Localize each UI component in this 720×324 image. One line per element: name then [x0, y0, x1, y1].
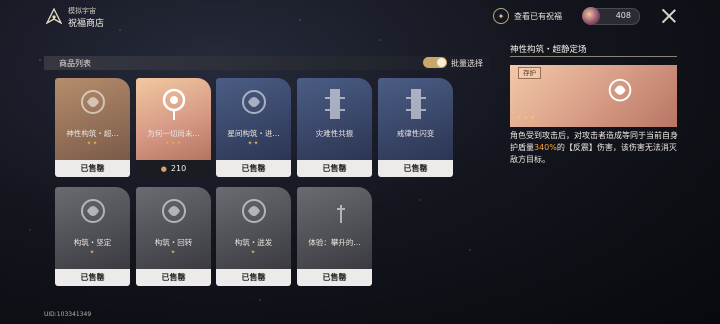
batch-select-toggle[interactable]: [423, 57, 447, 68]
mode-subtitle: 模拟宇宙: [68, 7, 96, 15]
crescent-emblem-icon: [325, 199, 345, 225]
card-art: [297, 78, 372, 160]
card-rating: ✦: [250, 249, 257, 256]
blessing-card[interactable]: 体验：攀升的... 已售罄: [297, 187, 372, 286]
card-status: 已售罄: [216, 160, 291, 177]
currency-counter: 408: [582, 7, 640, 25]
elation-emblem-icon: [162, 88, 186, 120]
card-status: 已售罄: [216, 269, 291, 286]
preservation-emblem-icon: [242, 199, 266, 223]
card-name: 灾难性共振: [315, 129, 354, 138]
card-name: 神性构筑・超...: [66, 129, 119, 138]
item-list-label: 商品列表: [59, 59, 91, 68]
desc-highlight: 340%: [534, 143, 557, 152]
blessing-card[interactable]: 戒律性闪变 已售罄: [378, 78, 453, 177]
cosmic-fragment-icon: [582, 7, 600, 25]
path-tag: 存护: [518, 67, 541, 79]
preservation-emblem-icon: [608, 78, 632, 102]
pillar-emblem-icon: [325, 89, 345, 119]
blessing-card[interactable]: 构筑・回转 ✦ 已售罄: [136, 187, 211, 286]
card-status: 已售罄: [136, 269, 211, 286]
preservation-emblem-icon: [162, 199, 186, 223]
uid-label: UID:103341349: [44, 311, 92, 318]
card-art: [216, 187, 291, 269]
card-status: 已售罄: [378, 160, 453, 177]
page-title: 祝福商店: [68, 19, 105, 29]
batch-select-label: 批量选择: [451, 59, 483, 68]
card-status: 已售罄: [55, 160, 130, 177]
card-status: 已售罄: [55, 269, 130, 286]
view-blessings-label: 查看已有祝福: [514, 11, 562, 21]
universe-logo-icon: [46, 8, 62, 24]
blessing-card[interactable]: 神性构筑・超... ✦✦ 已售罄: [55, 78, 130, 177]
card-rating: ✦: [170, 249, 177, 256]
card-rating: ✦✦: [247, 140, 260, 147]
blessing-card-selected[interactable]: 为何一切尚未... ✦✦✦ ● 210: [136, 78, 211, 177]
card-art: [55, 78, 130, 160]
card-price: ● 210: [136, 160, 211, 177]
card-art: [55, 187, 130, 269]
card-rating: ✦: [89, 249, 96, 256]
preservation-emblem-icon: [81, 199, 105, 223]
blessing-card[interactable]: 星间构筑・进... ✦✦ 已售罄: [216, 78, 291, 177]
blessing-card[interactable]: 构筑・坚定 ✦ 已售罄: [55, 187, 130, 286]
pillar-emblem-icon: [406, 89, 426, 119]
detail-divider: [510, 56, 677, 57]
card-name: 星间构筑・进...: [227, 129, 280, 138]
card-price-value: 210: [170, 164, 187, 173]
card-name: 构筑・坚定: [73, 238, 112, 247]
currency-value: 408: [615, 11, 631, 20]
card-art: [136, 78, 211, 160]
preservation-emblem-icon: [242, 90, 266, 114]
card-name: 构筑・回转: [154, 238, 193, 247]
cosmic-fragment-icon: ●: [160, 164, 167, 173]
card-name: 构筑・迸发: [234, 238, 273, 247]
card-art: [136, 187, 211, 269]
card-name: 体验：攀升的...: [308, 238, 361, 247]
card-rating: ✦✦: [86, 140, 99, 147]
detail-rarity-stars: ✦✦✦: [516, 114, 537, 122]
card-status: 已售罄: [297, 160, 372, 177]
card-art: [297, 187, 372, 269]
close-button[interactable]: [661, 8, 677, 24]
detail-title: 神性构筑・超静定场: [510, 45, 587, 55]
blessing-card[interactable]: 构筑・迸发 ✦ 已售罄: [216, 187, 291, 286]
card-name: 为何一切尚未...: [147, 129, 200, 138]
view-blessings-button[interactable]: ✦ 查看已有祝福: [493, 8, 562, 24]
detail-description: 角色受到攻击后，对攻击者造成等同于当前自身护盾量340%的【反震】伤害，该伤害无…: [510, 130, 682, 166]
card-art: [216, 78, 291, 160]
card-status: 已售罄: [297, 269, 372, 286]
preservation-emblem-icon: [81, 90, 105, 114]
blessing-icon: ✦: [493, 8, 509, 24]
card-rating: ✦✦✦: [164, 140, 183, 147]
blessing-card[interactable]: 灾难性共振 已售罄: [297, 78, 372, 177]
card-name: 戒律性闪变: [396, 129, 435, 138]
card-art: [378, 78, 453, 160]
